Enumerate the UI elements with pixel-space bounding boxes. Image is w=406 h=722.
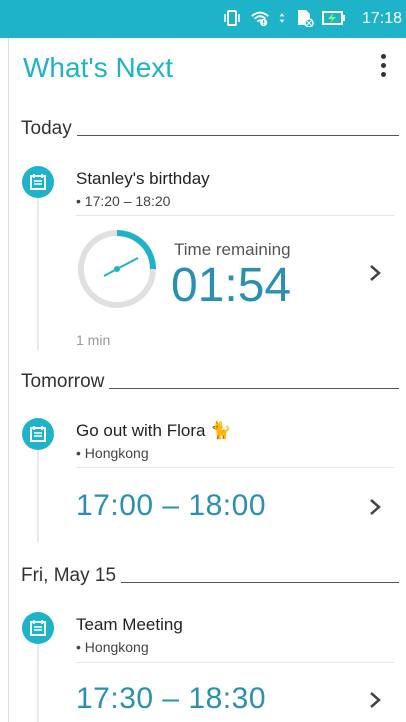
event-subtitle: • Hongkong [76,445,149,461]
chevron-right-icon[interactable] [368,263,382,283]
data-arrows-icon [279,13,285,23]
battery-charging-icon [322,11,345,25]
calendar-icon [22,166,54,198]
section-header-tomorrow: Tomorrow [21,371,399,393]
time-remaining-value: 01:54 [171,259,292,312]
divider [76,662,394,663]
status-icons [222,9,346,27]
section-label: Fri, May 15 [21,565,117,586]
sim-icon [298,10,314,27]
app-bar: What's Next [0,38,406,98]
time-remaining-label: Time remaining [174,240,291,259]
timeline-line [37,434,39,542]
event-title: Go out with Flora 🐈 [76,421,232,440]
event-title: Stanley's birthday [76,169,210,188]
event-time-range: 17:00 – 18:00 [76,489,267,522]
cat-emoji-icon: 🐈 [210,421,232,440]
status-bar: 17:18 [0,0,406,38]
page-title: What's Next [23,52,174,83]
event-subtitle: • 17:20 – 18:20 [76,193,171,209]
section-header-fri-may-15: Fri, May 15 [21,565,399,587]
section-header-today: Today [21,118,399,140]
divider [76,467,394,468]
event-title: Team Meeting [76,615,183,634]
calendar-icon [22,418,54,450]
section-label: Tomorrow [21,371,105,392]
vibrate-icon [224,10,240,26]
status-time: 17:18 [361,10,402,27]
wifi-icon [251,11,269,27]
event-subtitle: • Hongkong [76,639,149,655]
edge-divider [8,38,9,722]
timeline-line [37,180,39,350]
chevron-right-icon[interactable] [368,497,382,517]
divider [76,215,394,216]
event-time-range: 17:30 – 18:30 [76,682,267,715]
chevron-right-icon[interactable] [368,690,382,710]
timer-unit-label: 1 min [76,332,111,348]
calendar-icon [22,612,54,644]
more-vert-icon[interactable] [378,54,388,80]
section-label: Today [21,118,72,139]
countdown-timer [78,230,156,308]
